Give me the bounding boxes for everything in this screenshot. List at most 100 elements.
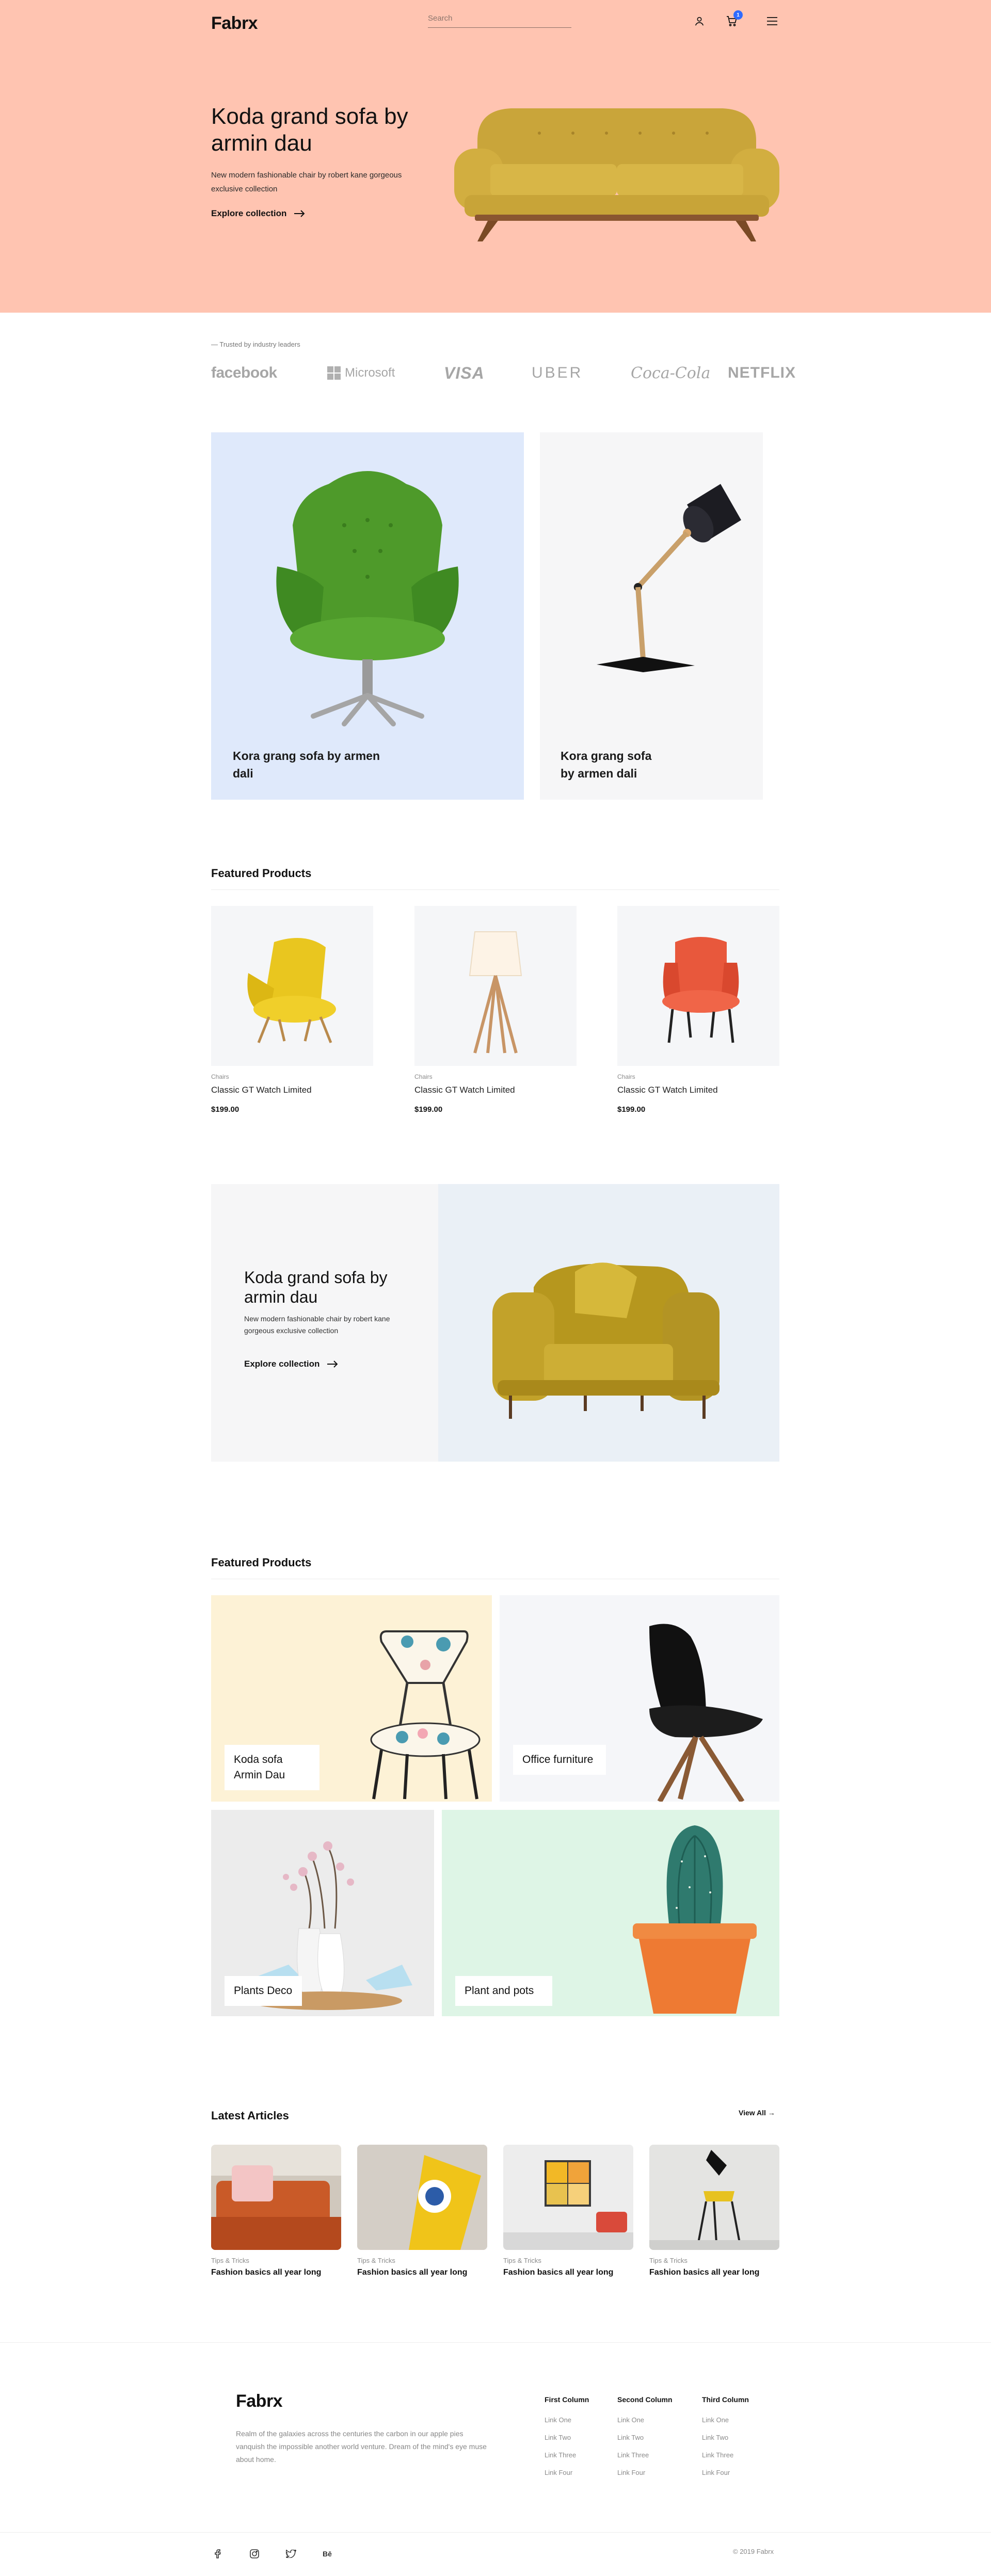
tile-label: Koda sofa Armin Dau (225, 1745, 319, 1790)
footer-column-title: Second Column (617, 2395, 673, 2404)
cart-icon[interactable]: 1 (724, 10, 743, 29)
category-tile-plant-and-pots[interactable]: Plant and pots (442, 1810, 779, 2016)
footer-column-title: First Column (545, 2395, 589, 2404)
footer-bottom-divider (0, 2532, 991, 2533)
footer-link[interactable]: Link One (545, 2416, 571, 2424)
product-name[interactable]: Classic GT Watch Limited (211, 1085, 312, 1095)
microsoft-icon (327, 366, 341, 380)
hero-sofa-image (454, 108, 779, 241)
instagram-icon[interactable] (247, 2547, 262, 2561)
article-tag: Tips & Tricks (357, 2257, 395, 2264)
explore-link-label: Explore collection (244, 1359, 320, 1369)
search-bar (428, 9, 571, 28)
product-name[interactable]: Classic GT Watch Limited (617, 1085, 718, 1095)
article-tag: Tips & Tricks (649, 2257, 688, 2264)
promo-title-1: Kora grang sofa by armen dali (233, 749, 380, 780)
article-title[interactable]: Fashion basics all year long (503, 2268, 613, 2277)
banner-title: Koda grand sofa by armin dau (244, 1268, 388, 1306)
product-price: $199.00 (414, 1105, 443, 1114)
product-image-red-chair[interactable] (617, 906, 779, 1066)
footer-link[interactable]: Link Three (702, 2451, 733, 2459)
brand-logo-netflix: NETFLIX (728, 364, 796, 381)
article-title[interactable]: Fashion basics all year long (357, 2268, 467, 2277)
article-tag: Tips & Tricks (503, 2257, 541, 2264)
product-category: Chairs (414, 1073, 433, 1080)
cactus-pot-image (633, 1825, 757, 2014)
product-category: Chairs (211, 1073, 229, 1080)
promo-card-lamp[interactable]: Kora grang sofa by armen dali (540, 432, 763, 800)
copyright-text: © 2019 Fabrx (733, 2548, 774, 2555)
explore-link-label: Explore collection (211, 208, 287, 218)
tile-label: Plant and pots (455, 1976, 552, 2006)
product-price: $199.00 (617, 1105, 646, 1114)
product-name[interactable]: Classic GT Watch Limited (414, 1085, 515, 1095)
footer-column-title: Third Column (702, 2395, 749, 2404)
footer-link[interactable]: Link Four (702, 2469, 730, 2476)
footer-link[interactable]: Link Two (617, 2434, 644, 2441)
article-image-1[interactable] (211, 2145, 341, 2250)
promo-card-armchair[interactable]: Kora grang sofa by armen dali (211, 432, 524, 800)
section-divider (211, 889, 779, 890)
footer-logo[interactable]: Fabrx (236, 2391, 283, 2411)
footer-description: Realm of the galaxies across the centuri… (236, 2429, 487, 2464)
brand-logo-microsoft: Microsoft (327, 361, 395, 385)
banner-explore-link[interactable]: Explore collection (244, 1359, 338, 1369)
floor-lamp-image (469, 931, 522, 1054)
search-input[interactable] (428, 9, 571, 27)
arrow-right-icon (327, 1360, 338, 1368)
article-image-2[interactable] (357, 2145, 487, 2250)
facebook-icon[interactable] (211, 2547, 226, 2561)
footer-link[interactable]: Link One (617, 2416, 644, 2424)
patterned-chair-image (370, 1630, 481, 1800)
footer-link[interactable]: Link Two (545, 2434, 571, 2441)
yellow-sofa-image (357, 2145, 487, 2250)
banner-image-panel (438, 1184, 779, 1462)
product-category: Chairs (617, 1073, 635, 1080)
product-image-yellow-chair[interactable] (211, 906, 373, 1066)
category-tile-plants-deco[interactable]: Plants Deco (211, 1810, 434, 2016)
brand-name-microsoft: Microsoft (345, 366, 395, 380)
orange-sofa-image (211, 2165, 341, 2250)
footer-link[interactable]: Link Four (617, 2469, 645, 2476)
menu-icon[interactable] (764, 13, 780, 29)
featured-products-title: Featured Products (211, 867, 312, 880)
hero-explore-link[interactable]: Explore collection (211, 208, 305, 219)
desk-lamp-image (597, 484, 741, 672)
article-tag: Tips & Tricks (211, 2257, 249, 2264)
room-shelf-image (503, 2145, 633, 2250)
red-chair-image (662, 937, 740, 1043)
twitter-icon[interactable] (284, 2547, 298, 2561)
yellow-chair-image (247, 938, 336, 1043)
footer-link[interactable]: Link Three (545, 2451, 576, 2459)
banner-description: New modern fashionable chair by robert k… (244, 1315, 390, 1335)
arrow-right-icon (294, 210, 305, 217)
trusted-label: — Trusted by industry leaders (211, 341, 300, 348)
article-image-3[interactable] (503, 2145, 633, 2250)
footer-link[interactable]: Link Four (545, 2469, 572, 2476)
brand-logo-cocacola: Coca-Cola (631, 364, 711, 382)
product-price: $199.00 (211, 1105, 239, 1114)
tile-label: Plants Deco (225, 1976, 302, 2006)
cart-count-badge: 1 (733, 10, 743, 20)
category-tile-koda-sofa[interactable]: Koda sofa Armin Dau (211, 1595, 492, 1802)
product-image-floor-lamp[interactable] (414, 906, 577, 1066)
behance-icon[interactable]: Bē (320, 2547, 334, 2561)
site-logo[interactable]: Fabrx (211, 13, 258, 34)
view-all-link[interactable]: View All → (739, 2109, 775, 2117)
footer-link[interactable]: Link Three (617, 2451, 649, 2459)
footer-link[interactable]: Link One (702, 2416, 729, 2424)
article-title[interactable]: Fashion basics all year long (649, 2268, 759, 2277)
category-tile-office-furniture[interactable]: Office furniture (500, 1595, 779, 1802)
brand-logo-visa: VISA (444, 363, 485, 382)
tile-label: Office furniture (513, 1745, 606, 1775)
article-image-4[interactable] (649, 2145, 779, 2250)
user-icon[interactable] (692, 13, 707, 29)
hero-description: New modern fashionable chair by robert k… (211, 171, 402, 193)
article-title[interactable]: Fashion basics all year long (211, 2268, 321, 2277)
green-armchair-image (276, 471, 459, 726)
footer-link[interactable]: Link Two (702, 2434, 728, 2441)
chair-with-plant-image (649, 2145, 779, 2250)
latest-articles-title: Latest Articles (211, 2109, 289, 2122)
hero-title: Koda grand sofa by armin dau (211, 104, 408, 156)
brand-logo-uber: UBER (532, 364, 583, 381)
